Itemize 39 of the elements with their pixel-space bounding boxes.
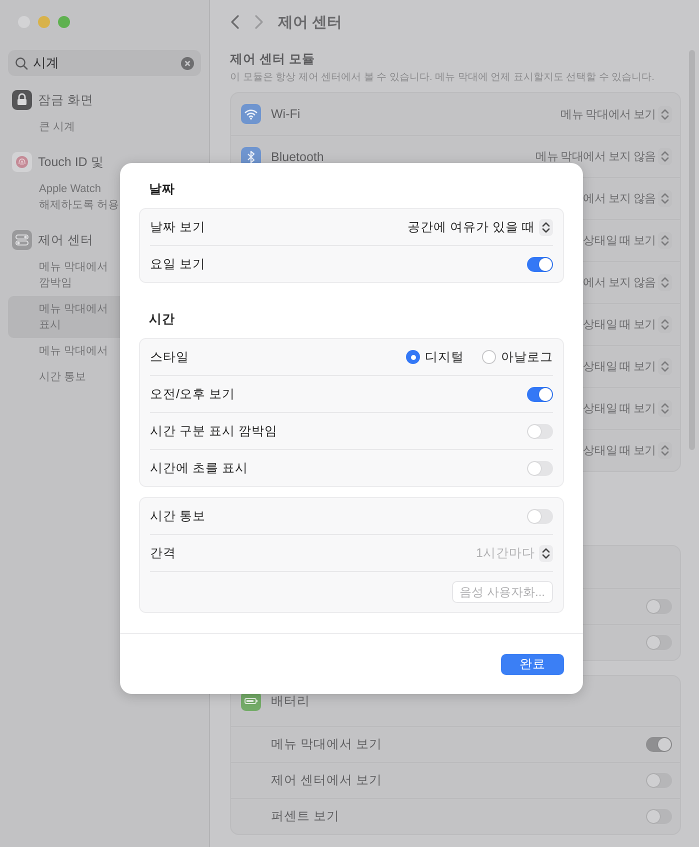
- setting-label: 간격: [150, 544, 176, 562]
- module-label: Wi-Fi: [271, 107, 302, 121]
- page-title: 제어 센터: [278, 12, 342, 32]
- section-description: 이 모듈은 항상 제어 센터에서 볼 수 있습니다. 메뉴 막대에 언제 표시할지도 선택할 수 있습니다.: [230, 71, 656, 84]
- popup-button[interactable]: 상태일 때 보기: [583, 316, 672, 333]
- popup-button[interactable]: 메뉴 막대에서 보지 않음: [536, 148, 672, 165]
- setting-label: 시간 통보: [150, 508, 206, 524]
- search-field[interactable]: 시계: [8, 50, 201, 76]
- sidebar-label: Touch ID 및: [38, 154, 104, 170]
- group-title: 날짜: [149, 181, 176, 198]
- sidebar-item[interactable]: Touch ID 및: [8, 148, 201, 176]
- module-label: 배터리: [271, 692, 311, 710]
- sidebar-item[interactable]: 잠금 화면: [8, 86, 201, 114]
- popup-button[interactable]: 상태일 때 보기: [583, 358, 672, 375]
- section-title: 제어 센터 모듈: [230, 51, 316, 68]
- option-label: 제어 센터에서 보기: [270, 772, 383, 789]
- setting-label: 시간에 초를 표시: [150, 460, 248, 476]
- setting-label: 오전/오후 보기: [150, 386, 235, 402]
- setting-label: 날짜 보기: [150, 218, 206, 236]
- option-label: 메뉴 막대에서 보기: [270, 736, 383, 753]
- popup-button[interactable]: 에서 보지 않음: [583, 190, 672, 207]
- sidebar-label: 잠금 화면: [38, 92, 94, 108]
- setting-label: 시간 구분 표시 깜박임: [150, 422, 278, 440]
- popup-button[interactable]: 공간에 여유가 있을 때: [408, 218, 553, 236]
- setting-label: 스타일: [150, 348, 189, 366]
- radio-option[interactable]: 디지털: [406, 348, 464, 366]
- popup-button[interactable]: 메뉴 막대에서 보기: [560, 106, 672, 122]
- popup-button[interactable]: 에서 보지 않음: [583, 274, 672, 291]
- popup-button[interactable]: 상태일 때 보기: [583, 232, 672, 249]
- group-title: 시간: [149, 311, 176, 328]
- done-button[interactable]: 완료: [501, 654, 564, 675]
- module-label: Bluetooth: [271, 150, 325, 164]
- popup-button[interactable]: 상태일 때 보기: [583, 400, 672, 417]
- popup-button[interactable]: 상태일 때 보기: [583, 442, 672, 459]
- radio-option[interactable]: 아날로그: [482, 348, 553, 366]
- option-label: 퍼센트 보기: [270, 808, 340, 825]
- sidebar-label: 제어 센터: [38, 232, 94, 248]
- sidebar-item[interactable]: 큰 시계: [8, 114, 201, 140]
- setting-label: 요일 보기: [150, 256, 206, 272]
